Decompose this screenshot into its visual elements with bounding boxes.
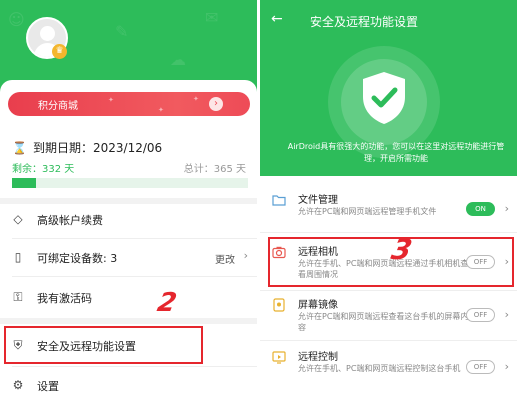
security-settings-panel: ← 安全及远程功能设置 AirDroid具有很强大的功能，您可以在这里对远程功能…: [260, 0, 517, 400]
section-divider: [0, 318, 257, 324]
shield-check-icon: [363, 72, 405, 124]
menu-item-activation[interactable]: ⚿ 我有激活码: [0, 280, 257, 316]
back-arrow-icon[interactable]: ←: [271, 11, 283, 27]
feature-title: 文件管理: [298, 195, 338, 206]
feature-description: 允许在PC端和网页端远程管理手机文件: [298, 207, 437, 216]
security-description: AirDroid具有很强大的功能，您可以在这里对远程功能进行管理，开启所需功能: [287, 142, 505, 163]
page-title: 安全及远程功能设置: [310, 15, 419, 29]
menu-item-label: 可绑定设备数: 3: [37, 252, 118, 265]
feature-remote-control[interactable]: 远程控制 允许在手机、PC端和网页端远程控制这台手机 OFF ›: [260, 348, 517, 392]
expire-date: ⌛ 到期日期：2023/12/06: [12, 139, 162, 156]
divider: [260, 290, 517, 291]
feature-file-management[interactable]: 文件管理 允许在PC端和网页端远程管理手机文件 ON ›: [260, 191, 517, 233]
remote-control-icon: [272, 351, 286, 364]
feature-screen-mirror[interactable]: 屏幕镜像 允许在PC端和网页端远程查看这台手机的屏幕内容 OFF ›: [260, 296, 517, 336]
menu-item-devices[interactable]: ▯ 可绑定设备数: 3 更改 ›: [0, 240, 257, 276]
feature-description: 允许在手机、PC端和网页端远程控制这台手机: [298, 364, 461, 373]
highlight-box-security: [4, 326, 203, 364]
subscription-progress-fill: [12, 178, 36, 188]
feature-title: 远程控制: [298, 352, 338, 363]
background-pattern-icon: ✎: [115, 22, 129, 41]
security-header: ← 安全及远程功能设置 AirDroid具有很强大的功能，您可以在这里对远程功能…: [260, 0, 517, 176]
change-link[interactable]: 更改: [215, 251, 235, 266]
remaining-days: 剩余：332 天: [12, 164, 75, 175]
diamond-icon: ◇: [13, 212, 23, 226]
points-mall-label: 积分商城: [38, 101, 78, 112]
feature-description: 允许在PC端和网页端远程查看这台手机的屏幕内容: [298, 312, 469, 332]
background-pattern-icon: ☺: [8, 10, 25, 29]
account-panel: ☺ ✎ ✉ ☁ ♛ ✦ ✦ ✦ 积分商城 › ⌛ 到期日期：2023/12/06 …: [0, 0, 257, 400]
divider: [260, 340, 517, 341]
feature-title: 屏幕镜像: [298, 300, 338, 311]
feature-toggle-files[interactable]: ON: [466, 202, 495, 216]
gear-icon: ⚙: [12, 378, 24, 392]
crown-icon: ♛: [52, 44, 67, 59]
menu-item-label: 设置: [37, 380, 59, 393]
menu-item-renew[interactable]: ◇ 高级帐户续费: [0, 202, 257, 238]
subscription-progress-bar: [12, 178, 248, 188]
hourglass-icon: ⌛: [12, 141, 27, 155]
phone-icon: ▯: [14, 250, 22, 264]
chevron-right-icon: ›: [243, 249, 248, 262]
screen-mirror-icon: [273, 298, 285, 312]
expire-date-label: 到期日期：2023/12/06: [33, 141, 163, 155]
menu-item-label: 我有激活码: [37, 292, 92, 305]
arrow-right-icon[interactable]: ›: [209, 97, 223, 111]
divider: [12, 276, 257, 277]
background-pattern-icon: ✉: [205, 8, 219, 27]
chevron-right-icon: ›: [504, 308, 509, 321]
total-days: 总计：365 天: [183, 164, 246, 175]
feature-toggle-control[interactable]: OFF: [466, 360, 495, 374]
divider: [12, 366, 257, 367]
folder-icon: [272, 195, 286, 206]
chevron-right-icon: ›: [504, 360, 509, 373]
key-icon: ⚿: [13, 290, 23, 304]
points-mall-banner[interactable]: ✦ ✦ ✦ 积分商城 ›: [8, 92, 250, 116]
menu-item-settings[interactable]: ⚙ 设置: [0, 368, 257, 400]
divider: [12, 238, 257, 239]
divider: [260, 232, 517, 233]
feature-toggle-mirror[interactable]: OFF: [466, 308, 495, 322]
background-pattern-icon: ☁: [170, 50, 186, 69]
menu-item-label: 高级帐户续费: [37, 214, 103, 227]
chevron-right-icon: ›: [504, 202, 509, 215]
